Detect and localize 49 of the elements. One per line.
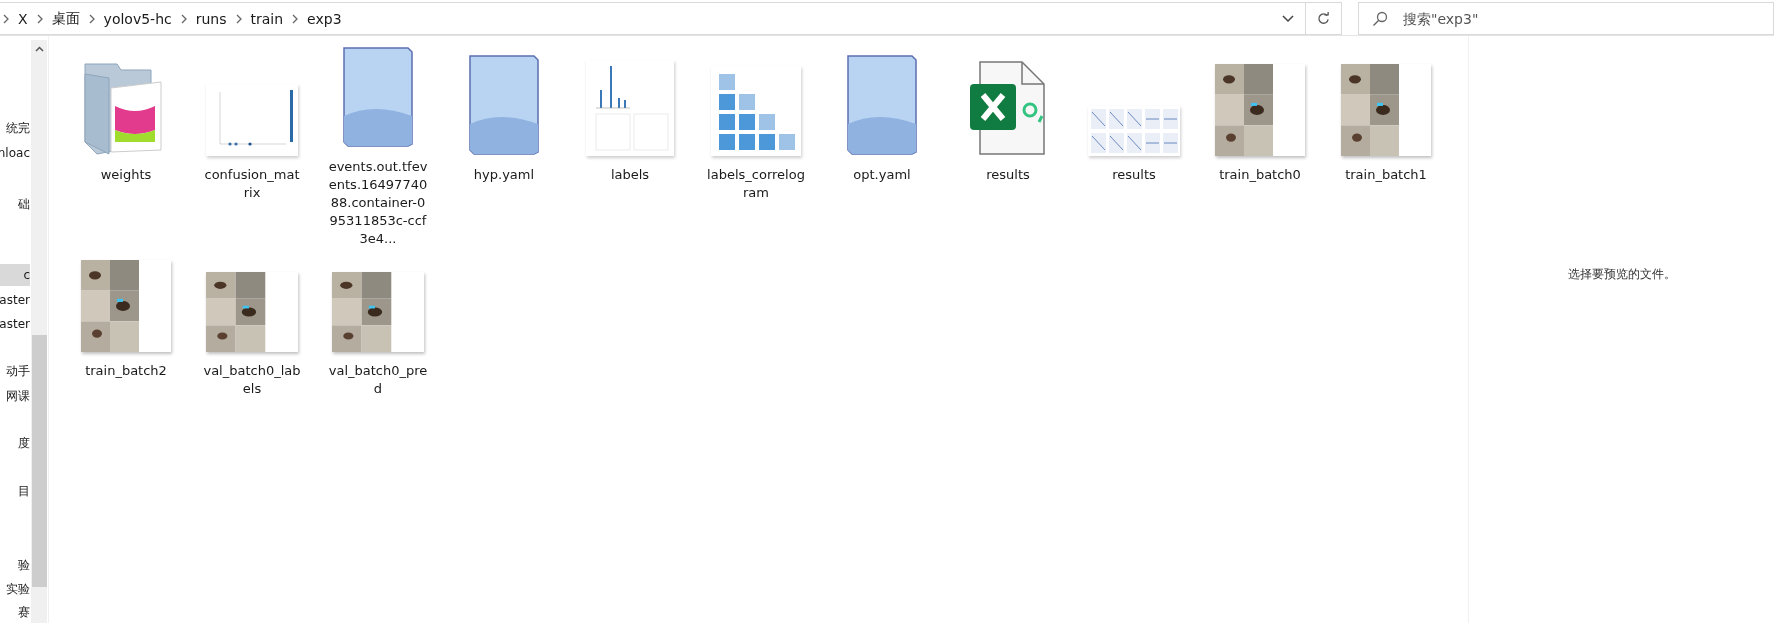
chevron-right-icon[interactable] [179, 13, 188, 24]
file-name[interactable]: labels [580, 166, 680, 184]
nav-item[interactable]: aster [0, 288, 30, 311]
nav-item[interactable]: 统完 [0, 118, 30, 140]
breadcrumb[interactable]: exp3 [299, 10, 350, 27]
nav-item[interactable]: 验 [0, 554, 30, 577]
refresh-button[interactable] [1306, 2, 1342, 35]
breadcrumb[interactable]: runs [187, 10, 235, 27]
spreadsheet-file-icon [968, 60, 1048, 156]
nav-item[interactable]: c [0, 263, 30, 286]
preview-message: 选择要预览的文件。 [1567, 266, 1676, 283]
nav-item[interactable]: 实验 [0, 578, 30, 601]
file-name[interactable]: labels_correlogram [706, 166, 806, 202]
nav-item[interactable]: 度 [0, 432, 30, 455]
file-name[interactable]: val_batch0_pred [328, 362, 428, 398]
scroll-thumb[interactable] [31, 335, 47, 587]
search-icon [1372, 11, 1388, 27]
breadcrumb[interactable]: train [242, 10, 292, 27]
chevron-right-icon[interactable] [35, 13, 44, 24]
scrollbar[interactable] [31, 40, 47, 623]
file-name[interactable]: confusion_matrix [202, 166, 302, 202]
file-name[interactable]: train_batch0 [1210, 166, 1310, 184]
scroll-up-icon[interactable] [34, 46, 44, 52]
file-name[interactable]: hyp.yaml [454, 166, 554, 184]
file-name[interactable]: weights [76, 166, 176, 184]
chevron-right-icon[interactable] [291, 13, 300, 24]
search-field[interactable]: 搜索"exp3" [1358, 2, 1774, 35]
chevron-right-icon[interactable] [2, 13, 10, 24]
nav-item[interactable]: 网课 [0, 385, 30, 408]
breadcrumb[interactable]: X [10, 10, 36, 27]
nav-item[interactable]: 础 [0, 193, 30, 216]
breadcrumb[interactable]: yolov5-hc [95, 10, 180, 27]
file-name[interactable]: results [1084, 166, 1184, 184]
nav-item[interactable]: aster [0, 312, 30, 335]
address-bar[interactable]: X 桌面 yolov5-hc runs train exp3 [0, 2, 1306, 35]
chevron-right-icon[interactable] [234, 13, 243, 24]
file-name[interactable]: results [958, 166, 1058, 184]
file-name[interactable]: opt.yaml [832, 166, 932, 184]
file-name[interactable]: val_batch0_labels [202, 362, 302, 398]
file-name[interactable]: train_batch2 [76, 362, 176, 380]
chevron-down-icon [1282, 14, 1294, 23]
file-name[interactable]: events.out.tfevents.1649774088.container-095311853c-ccf3e4... [328, 158, 428, 248]
refresh-icon [1317, 12, 1330, 25]
file-name[interactable]: train_batch1 [1336, 166, 1436, 184]
nav-item[interactable]: 赛 [0, 601, 30, 623]
chevron-right-icon[interactable] [87, 13, 96, 24]
nav-item[interactable]: 目 [0, 480, 30, 503]
breadcrumb[interactable]: 桌面 [43, 9, 88, 28]
nav-item[interactable]: 动手 [0, 360, 30, 383]
